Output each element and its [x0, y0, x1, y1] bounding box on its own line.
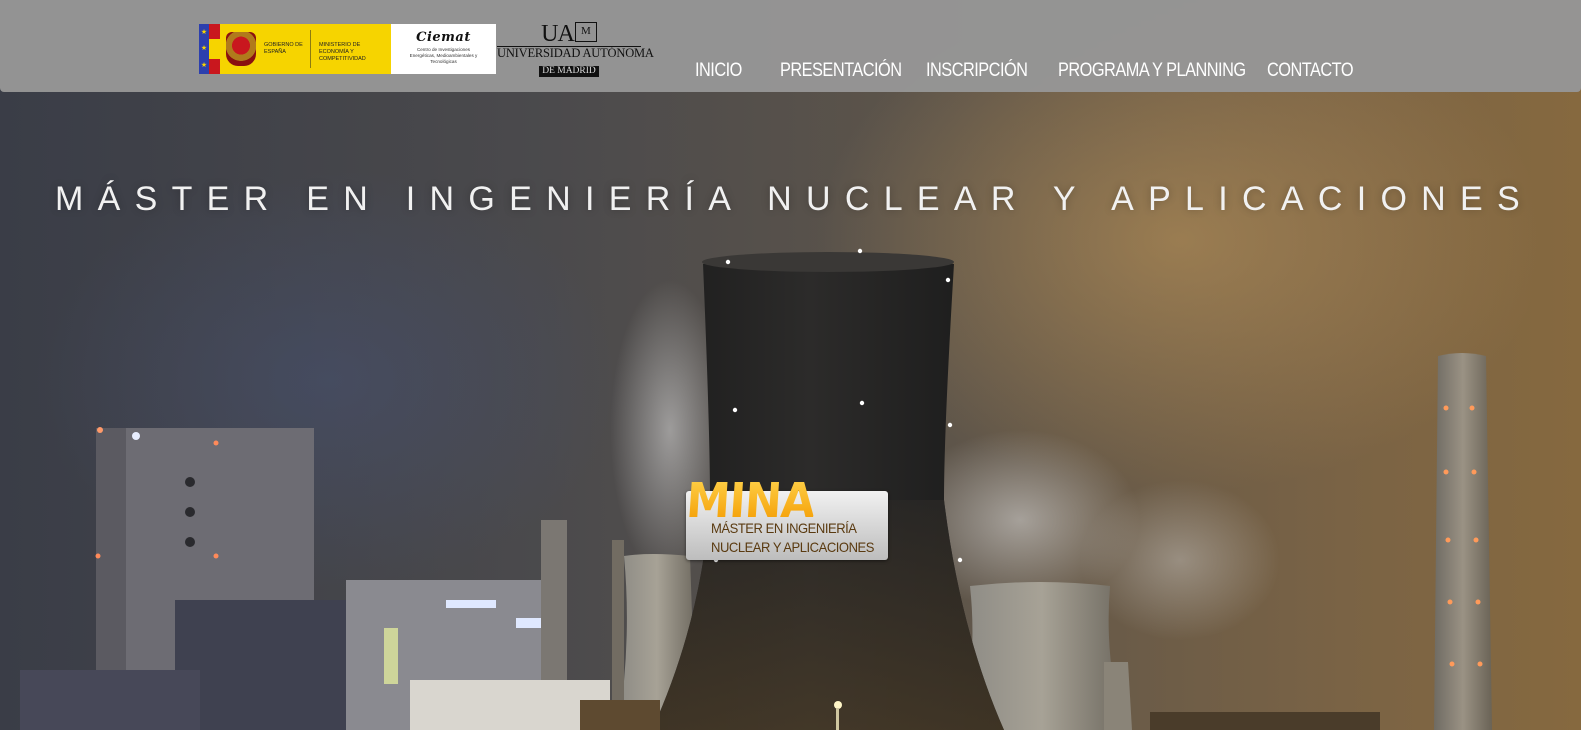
hero-background — [0, 0, 1581, 730]
hero-title: MÁSTER EN INGENIERÍA NUCLEAR Y APLICACIO… — [55, 180, 1534, 218]
ministerio-text: Ministerio de Economía y Competitividad — [319, 42, 366, 62]
uam-mark-icon: UA M — [497, 22, 641, 46]
gobierno-logo[interactable]: ★ ★ ★ Gobierno de España Ministerio de Eco… — [199, 24, 391, 74]
uam-name: UNIVERSIDAD AUTÓNOMA — [497, 46, 654, 60]
nav-item-presentacion[interactable]: PRESENTACIÓN — [780, 60, 902, 82]
logo-divider — [310, 30, 311, 68]
site-header: ★ ★ ★ Gobierno de España Ministerio de Eco… — [0, 0, 1581, 92]
eu-flag-icon: ★ ★ ★ — [199, 24, 209, 74]
ciemat-logo[interactable]: Ciemat Centro de Investigaciones Energét… — [391, 24, 496, 74]
mina-line-2: NUCLEAR Y APLICACIONES — [711, 539, 874, 555]
coat-of-arms-icon — [220, 24, 262, 74]
mina-line-1: MÁSTER EN INGENIERÍA — [711, 520, 857, 536]
uam-subname: DE MADRID — [539, 66, 599, 77]
power-plant-illustration — [20, 248, 1492, 730]
ciemat-name: Ciemat — [416, 30, 471, 45]
gobierno-text: Gobierno de España — [264, 42, 303, 55]
nav-item-contacto[interactable]: CONTACTO — [1267, 60, 1354, 82]
uam-logo[interactable]: UA M UNIVERSIDAD AUTÓNOMA DE MADRID — [497, 22, 654, 77]
spain-flag-icon — [209, 24, 220, 74]
ciemat-subtitle: Centro de Investigaciones Energéticas, M… — [409, 47, 478, 64]
nav-item-programa[interactable]: PROGRAMA Y PLANNING — [1058, 60, 1246, 82]
nav-item-inicio[interactable]: INICIO — [695, 60, 742, 82]
mina-acronym: MINA — [684, 473, 817, 529]
mina-badge: MINA MÁSTER EN INGENIERÍA NUCLEAR Y APLI… — [685, 473, 888, 560]
uam-mark-text: UA — [541, 21, 575, 47]
nav-item-inscripcion[interactable]: INSCRIPCIÓN — [926, 60, 1028, 82]
